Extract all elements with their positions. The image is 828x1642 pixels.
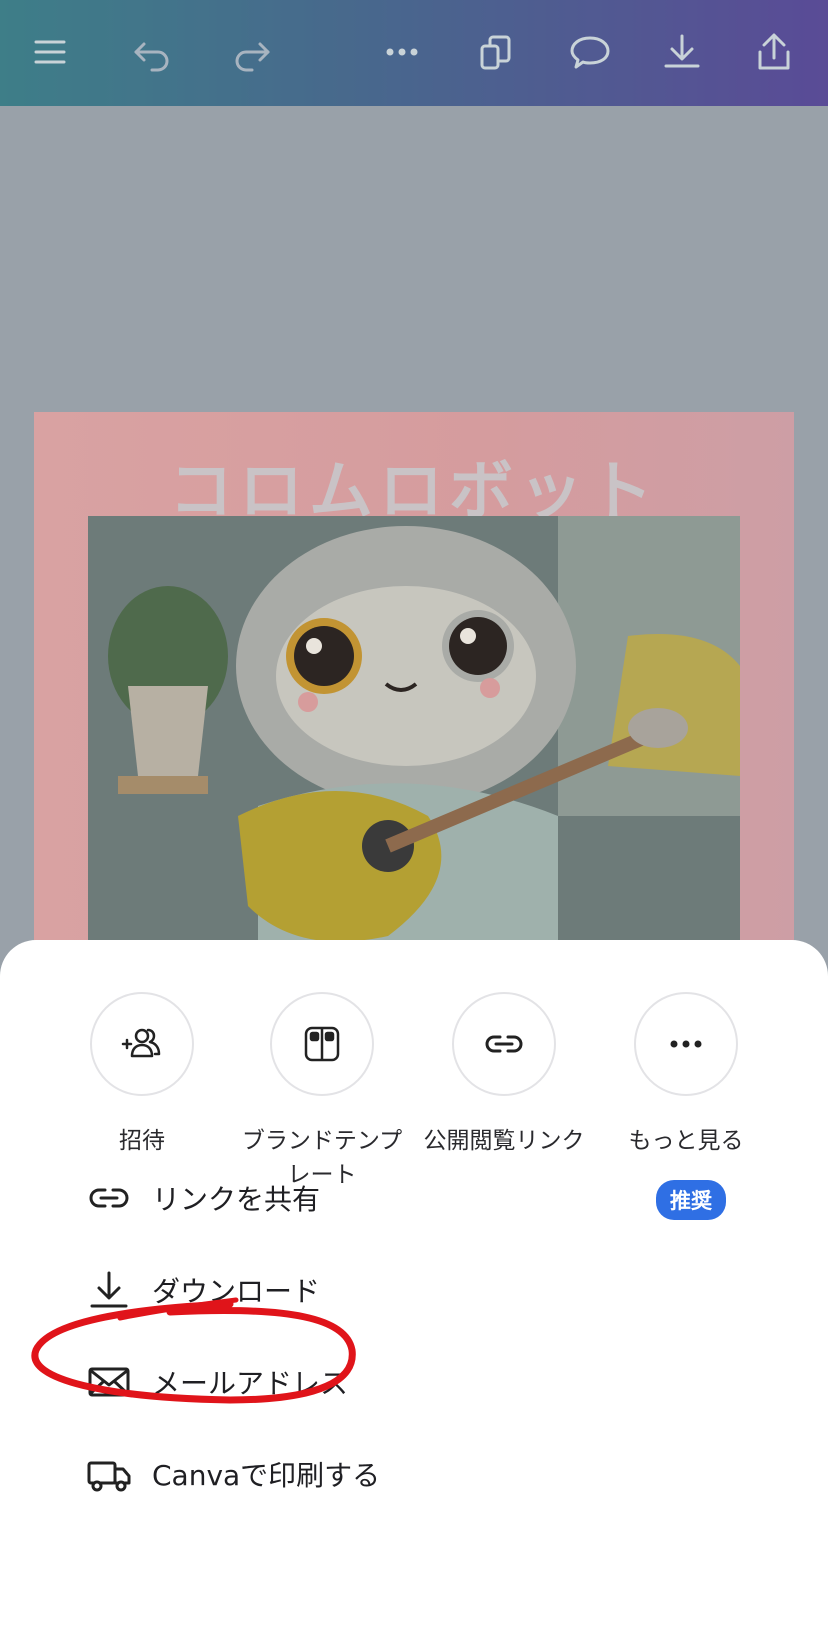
- redo-icon[interactable]: [230, 30, 274, 74]
- more-button[interactable]: [634, 992, 738, 1096]
- robot-guitar-image: [88, 516, 740, 956]
- option-label: メールアドレス: [152, 1367, 349, 1400]
- brand-template-icon: [304, 1026, 340, 1062]
- quick-action-more[interactable]: もっと見る: [596, 992, 776, 1158]
- invite-button[interactable]: [90, 992, 194, 1096]
- option-label: Canvaで印刷する: [152, 1459, 381, 1492]
- download-icon: [86, 1267, 132, 1313]
- comment-icon[interactable]: [568, 30, 612, 74]
- quick-action-label: もっと見る: [628, 1128, 744, 1154]
- option-download[interactable]: ダウンロード: [86, 1260, 746, 1320]
- option-share-link[interactable]: リンクを共有 推奨: [86, 1168, 746, 1228]
- invite-icon: [121, 1028, 161, 1058]
- option-label: リンクを共有: [152, 1183, 321, 1216]
- quick-action-label: 招待: [119, 1128, 165, 1154]
- design-page: コロムロボット: [34, 412, 794, 972]
- download-icon[interactable]: [660, 30, 704, 74]
- more-icon: [670, 1040, 702, 1048]
- brand-template-button[interactable]: [270, 992, 374, 1096]
- pages-icon[interactable]: [474, 30, 518, 74]
- option-label: ダウンロード: [152, 1275, 321, 1308]
- quick-action-public-link[interactable]: 公開閲覧リンク: [414, 992, 594, 1158]
- share-icon[interactable]: [752, 30, 796, 74]
- link-icon: [86, 1175, 132, 1221]
- option-email[interactable]: メールアドレス: [86, 1352, 746, 1412]
- link-icon: [485, 1035, 523, 1053]
- undo-icon[interactable]: [130, 30, 174, 74]
- share-sheet: 招待 ブランドテンプレート 公開閲覧リンク もっと見る リンクを共有 推奨 ダウ…: [0, 940, 828, 1642]
- quick-action-invite[interactable]: 招待: [52, 992, 232, 1158]
- quick-action-label: 公開閲覧リンク: [423, 1128, 585, 1154]
- more-icon[interactable]: [380, 30, 424, 74]
- quick-action-brand-template[interactable]: ブランドテンプレート: [232, 992, 412, 1192]
- truck-icon: [86, 1451, 132, 1497]
- menu-icon[interactable]: [28, 30, 72, 74]
- mail-icon: [86, 1359, 132, 1405]
- editor-toolbar: [0, 0, 828, 106]
- option-print-with-canva[interactable]: Canvaで印刷する: [86, 1444, 746, 1504]
- public-link-button[interactable]: [452, 992, 556, 1096]
- recommended-badge: 推奨: [656, 1180, 726, 1220]
